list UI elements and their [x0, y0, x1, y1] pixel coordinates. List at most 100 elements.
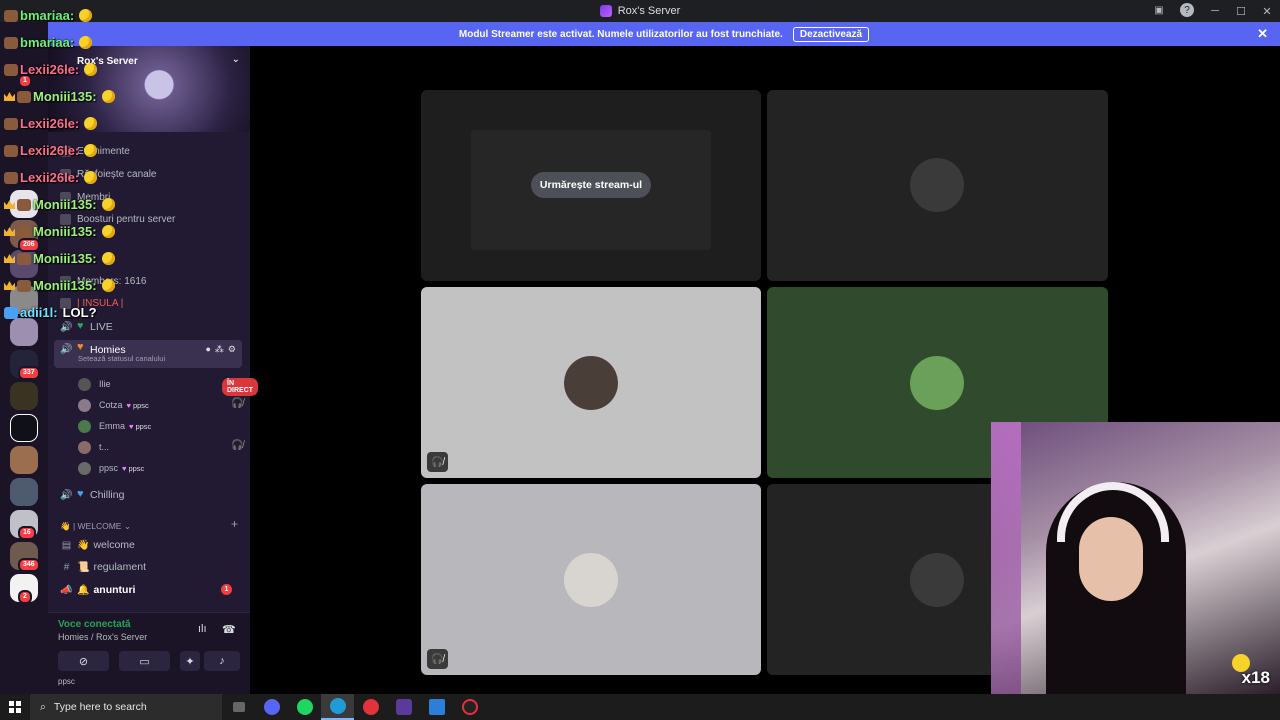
- close-window-button[interactable]: ✕: [1254, 5, 1280, 18]
- chat-message: Moniii135:: [4, 89, 115, 104]
- spotify-app-icon[interactable]: [288, 694, 321, 720]
- chat-username: Moniii135:: [33, 89, 97, 104]
- noise-suppression-icon[interactable]: ılı: [198, 623, 207, 635]
- emote-icon: [101, 252, 115, 265]
- task-view-icon[interactable]: [222, 694, 255, 720]
- server-icon[interactable]: [10, 478, 38, 506]
- recorder-app-icon[interactable]: [354, 694, 387, 720]
- orange-heart-icon: [77, 341, 86, 353]
- channel-regulament[interactable]: # 📜 regulament: [54, 556, 242, 578]
- crown-icon: [4, 92, 15, 101]
- window-title: Rox's Server: [617, 5, 681, 17]
- avatar: [910, 356, 964, 410]
- voice-user-name: Cotza: [99, 400, 123, 410]
- server-badge: 346: [18, 558, 40, 572]
- window-app-icon[interactable]: [420, 694, 453, 720]
- chat-message: Moniii135:: [4, 197, 115, 212]
- avatar: [78, 398, 91, 412]
- voice-user-ppsc[interactable]: ppsc ppsc: [78, 458, 144, 478]
- channel-anunturi[interactable]: 📣 🔔 anunturi 1: [54, 579, 242, 601]
- chat-username: Lexii26le:: [20, 143, 80, 158]
- chevron-down-icon: ⌄: [123, 521, 131, 531]
- announcement-icon: 📣: [60, 584, 73, 596]
- voice-user-t[interactable]: t... 🎧̸: [78, 437, 243, 457]
- user-tag: ppsc: [127, 401, 149, 410]
- voice-user-ilie[interactable]: Ilie ÎN DIRECT: [78, 374, 259, 396]
- gear-icon[interactable]: ⚙: [228, 344, 236, 355]
- search-icon: ⌕: [40, 700, 46, 713]
- channel-regulament-label: regulament: [93, 561, 146, 573]
- crown-icon: [4, 200, 15, 209]
- obs-app-icon[interactable]: [387, 694, 420, 720]
- video-tile[interactable]: 🎧̸: [421, 484, 761, 675]
- invite-icon[interactable]: ⁂: [215, 344, 224, 355]
- add-channel-icon[interactable]: +: [231, 517, 238, 531]
- emote-icon: [84, 171, 98, 184]
- server-icon[interactable]: [10, 414, 38, 442]
- channel-welcome[interactable]: ▤ 👋 welcome: [54, 534, 242, 556]
- inbox-icon[interactable]: ▣: [1152, 3, 1166, 17]
- badge-icon: [17, 252, 31, 265]
- streamer-banner-text: Modul Streamer este activat. Numele util…: [458, 28, 783, 40]
- voice-channel-path[interactable]: Homies / Rox's Server: [58, 632, 147, 642]
- watch-stream-button[interactable]: Urmărește stream-ul: [531, 172, 651, 198]
- chat-icon[interactable]: ●: [205, 344, 210, 355]
- camera-off-button[interactable]: ⊘: [58, 651, 109, 671]
- server-icon[interactable]: [10, 446, 38, 474]
- server-logo-icon: [599, 5, 612, 17]
- minimize-button[interactable]: ─: [1202, 5, 1228, 17]
- rules-icon: ▤: [61, 539, 72, 551]
- help-icon[interactable]: ?: [1180, 3, 1194, 17]
- user-tag: ppsc: [129, 422, 151, 431]
- chat-message: Lexii26le:: [4, 143, 98, 158]
- category-welcome[interactable]: 👋 | WELCOME ⌄: [60, 521, 131, 532]
- server-badge: 337: [18, 366, 40, 380]
- stream-tile[interactable]: Urmărește stream-ul: [421, 90, 761, 281]
- voice-user-emma[interactable]: Emma ppsc: [78, 416, 151, 436]
- chat-username: Moniii135:: [33, 224, 97, 239]
- badge-icon: [4, 36, 18, 49]
- disconnect-icon[interactable]: ☎: [222, 623, 236, 636]
- maximize-button[interactable]: ☐: [1228, 5, 1254, 18]
- video-tile[interactable]: 🎧̸: [421, 287, 761, 478]
- disable-streamer-mode-button[interactable]: Dezactivează: [792, 26, 870, 42]
- voice-user-cotza[interactable]: Cotza ppsc 🎧̸: [78, 395, 243, 415]
- channel-homies[interactable]: 🔊 Homies Setează statusul canalului ● ⁂ …: [54, 340, 242, 368]
- channel-anunturi-label: anunturi: [93, 584, 136, 596]
- edge-app-icon[interactable]: [321, 694, 354, 720]
- chat-message: Moniii135:: [4, 224, 115, 239]
- close-banner-icon[interactable]: ✕: [1257, 26, 1268, 42]
- chat-message: Lexii26le:: [4, 170, 98, 185]
- chat-message: Moniii135:: [4, 251, 115, 266]
- channel-status-hint[interactable]: Setează statusul canalului: [78, 354, 165, 363]
- channel-chilling[interactable]: 🔊 Chilling: [54, 484, 242, 506]
- taskbar-search[interactable]: ⌕ Type here to search: [30, 694, 222, 720]
- chat-username: Lexii26le:: [20, 170, 80, 185]
- start-button[interactable]: [0, 694, 30, 720]
- chat-username: Lexii26le:: [20, 116, 80, 131]
- wave-icon: 👋: [77, 539, 90, 551]
- badge-icon: [4, 117, 18, 130]
- server-icon[interactable]: [10, 382, 38, 410]
- server-badge: 16: [18, 526, 36, 540]
- channel-chilling-label: Chilling: [90, 489, 125, 501]
- speaker-icon: 🔊: [60, 489, 73, 501]
- screen-share-button[interactable]: ▭: [119, 651, 170, 671]
- avatar: [78, 461, 91, 475]
- background-light: [991, 422, 1021, 694]
- activities-button[interactable]: ✦: [180, 651, 200, 671]
- crown-icon: [4, 227, 15, 236]
- pulse-app-icon[interactable]: [453, 694, 486, 720]
- unread-badge: 1: [221, 584, 232, 595]
- badge-icon: [4, 63, 18, 76]
- voice-user-name: t...: [99, 442, 110, 452]
- server-badge: 2: [18, 590, 32, 604]
- blue-heart-icon: [77, 488, 86, 500]
- avatar: [910, 158, 964, 212]
- soundboard-button[interactable]: ♪: [204, 651, 240, 671]
- discord-app-icon[interactable]: [255, 694, 288, 720]
- video-tile[interactable]: [767, 90, 1108, 281]
- chat-message: Lexii26le:: [4, 62, 98, 77]
- chat-username: Moniii135:: [33, 278, 97, 293]
- deafened-icon: 🎧̸: [427, 649, 448, 669]
